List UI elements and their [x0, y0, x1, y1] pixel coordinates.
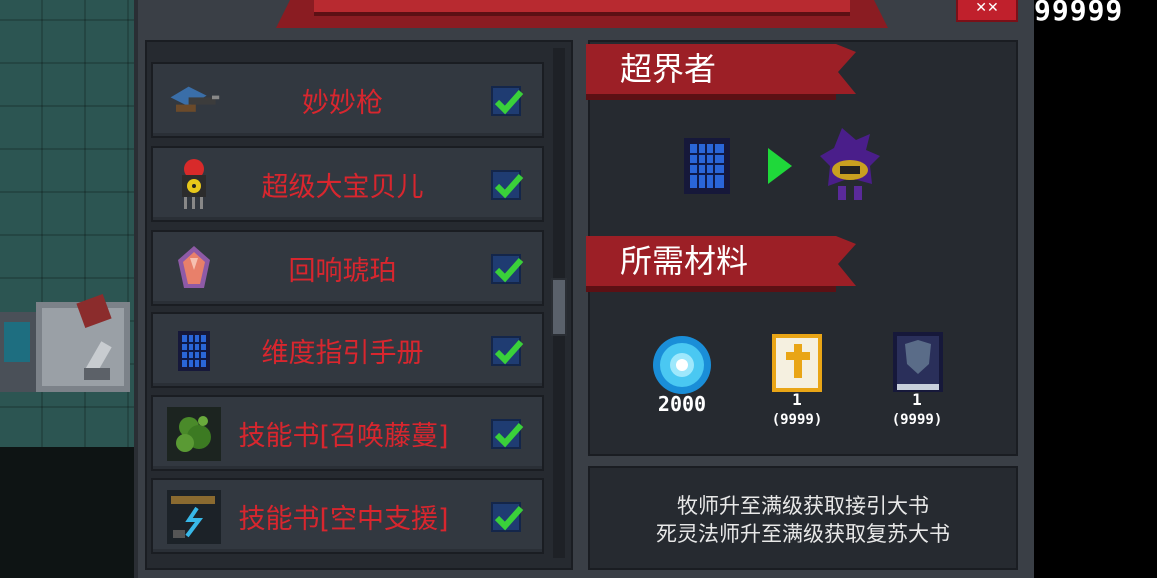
currency-counter: 99999 [1034, 0, 1124, 27]
checkbox[interactable] [491, 502, 524, 532]
material-amount: 2000 [657, 392, 707, 416]
gun-icon [167, 74, 221, 128]
dungeon-floor-background [0, 0, 134, 578]
item-name: 回响琥珀 [288, 255, 397, 287]
checkbox[interactable] [491, 170, 524, 200]
item-name: 超级大宝贝儿 [261, 171, 424, 203]
wizard-pet-icon [820, 128, 880, 200]
checkbox[interactable] [491, 86, 524, 116]
check-icon [494, 340, 524, 365]
list-item[interactable]: 技能书[空中支援] [151, 478, 544, 554]
manual-icon [167, 324, 221, 378]
materials-ribbon: 所需材料 [586, 236, 856, 292]
materials-title: 所需材料 [620, 242, 749, 280]
close-button[interactable]: ✕✕ [956, 0, 1018, 22]
hint-text: 死灵法师升至满级获取复苏大书 [656, 522, 950, 546]
checkbox[interactable] [491, 419, 524, 449]
item-name: 妙妙枪 [302, 87, 383, 119]
holy-book-icon [772, 334, 822, 392]
material-owned: (9999) [771, 412, 823, 428]
material-owned: (9999) [891, 412, 943, 428]
checkbox[interactable] [491, 336, 524, 366]
gem-icon [653, 336, 711, 394]
list-item[interactable]: 妙妙枪 [151, 62, 544, 138]
list-item[interactable]: 回响琥珀 [151, 230, 544, 306]
check-icon [494, 423, 524, 448]
vine-skillbook-icon [167, 407, 221, 461]
close-icon: ✕✕ [975, 0, 999, 16]
check-icon [494, 506, 524, 531]
list-item[interactable]: 超级大宝贝儿 [151, 146, 544, 222]
item-name: 维度指引手册 [261, 337, 424, 369]
transform-title: 超界者 [620, 50, 717, 88]
title-ribbon: 超界者 [586, 44, 856, 100]
air-support-skillbook-icon [167, 490, 221, 544]
check-icon [494, 90, 524, 115]
hint-text: 牧师升至满级获取接引大书 [677, 494, 929, 518]
material-amount: 1 [912, 390, 922, 409]
list-item[interactable]: 维度指引手册 [151, 312, 544, 388]
bomb-icon [167, 158, 221, 212]
top-banner [276, 0, 888, 28]
item-name: 技能书[召唤藤蔓] [238, 420, 449, 452]
arrow-right-icon [768, 148, 792, 184]
dark-area [1030, 0, 1157, 578]
dark-book-icon [893, 332, 943, 392]
scrollbar-thumb[interactable] [551, 278, 567, 336]
list-item[interactable]: 技能书[召唤藤蔓] [151, 395, 544, 471]
amber-icon [167, 242, 221, 296]
manual-icon [684, 138, 730, 194]
check-icon [494, 174, 524, 199]
workbench-icon [0, 293, 130, 392]
item-name: 技能书[空中支援] [238, 503, 449, 535]
checkbox[interactable] [491, 254, 524, 284]
material-amount: 1 [792, 390, 802, 409]
check-icon [494, 258, 524, 283]
